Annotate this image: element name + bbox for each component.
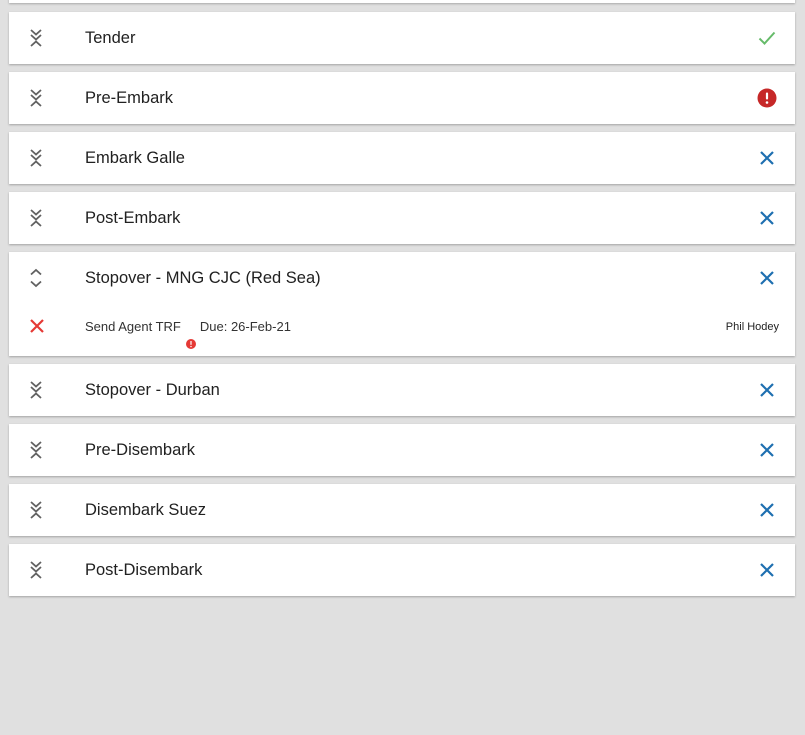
close-icon[interactable] (755, 438, 779, 462)
check-icon[interactable] (755, 26, 779, 50)
task-row[interactable]: Send Agent TRF Due: 26-Feb-21 Phil Hodey (9, 304, 795, 356)
close-icon[interactable] (755, 378, 779, 402)
close-icon[interactable] (755, 266, 779, 290)
stage-header[interactable]: Pre-Disembark (9, 424, 795, 476)
stage-card: Stopover - Durban (9, 364, 795, 416)
stage-card: Disembark Suez (9, 484, 795, 536)
collapse-toggle-icon[interactable] (26, 208, 46, 228)
expand-toggle-icon[interactable] (26, 268, 46, 288)
stage-title: Pre-Embark (85, 89, 174, 107)
stage-card: Post-Embark (9, 192, 795, 244)
stage-header[interactable]: Post-Embark (9, 192, 795, 244)
collapse-toggle-icon[interactable] (26, 28, 46, 48)
close-icon[interactable] (755, 146, 779, 170)
stage-title: Tender (85, 29, 136, 47)
task-text: Send Agent TRF Due: 26-Feb-21 (85, 304, 291, 350)
stage-title: Stopover - Durban (85, 381, 220, 399)
stage-title: Pre-Disembark (85, 441, 196, 459)
collapse-toggle-icon[interactable] (26, 148, 46, 168)
stage-header[interactable]: Post-Disembark (9, 544, 795, 596)
stage-title: Disembark Suez (85, 501, 207, 519)
stage-title: Post-Embark (85, 209, 181, 227)
task-assignee: Phil Hodey (725, 321, 779, 333)
alert-circle-icon (185, 322, 196, 349)
stage-card: Tender (9, 12, 795, 64)
close-icon[interactable] (755, 206, 779, 230)
task-due-date: Due: 26-Feb-21 (199, 319, 291, 334)
stage-title: Embark Galle (85, 149, 185, 167)
stage-header[interactable]: Stopover - Durban (9, 364, 795, 416)
stage-card: Post-Disembark (9, 544, 795, 596)
alert-circle-icon[interactable] (755, 86, 779, 110)
stage-list: Tender Pre-Embark Embark Galle Post-Emba… (9, 12, 795, 604)
collapse-toggle-icon[interactable] (26, 500, 46, 520)
collapse-toggle-icon[interactable] (26, 380, 46, 400)
close-icon[interactable] (755, 558, 779, 582)
collapse-toggle-icon[interactable] (26, 440, 46, 460)
stage-card: Pre-Disembark (9, 424, 795, 476)
task-name: Send Agent TRF (85, 319, 181, 334)
stage-card: Embark Galle (9, 132, 795, 184)
stage-header[interactable]: Disembark Suez (9, 484, 795, 536)
stage-header[interactable]: Tender (9, 12, 795, 64)
close-icon[interactable] (755, 498, 779, 522)
collapse-toggle-icon[interactable] (26, 88, 46, 108)
stage-card: Pre-Embark (9, 72, 795, 124)
close-icon[interactable] (26, 315, 48, 337)
stage-title: Stopover - MNG CJC (Red Sea) (85, 269, 321, 287)
stage-title: Post-Disembark (85, 561, 203, 579)
stage-header[interactable]: Stopover - MNG CJC (Red Sea) (9, 252, 795, 304)
previous-card-edge (9, 0, 795, 3)
stage-header[interactable]: Embark Galle (9, 132, 795, 184)
stage-header[interactable]: Pre-Embark (9, 72, 795, 124)
stage-card-expanded: Stopover - MNG CJC (Red Sea) Send Agent … (9, 252, 795, 356)
collapse-toggle-icon[interactable] (26, 560, 46, 580)
